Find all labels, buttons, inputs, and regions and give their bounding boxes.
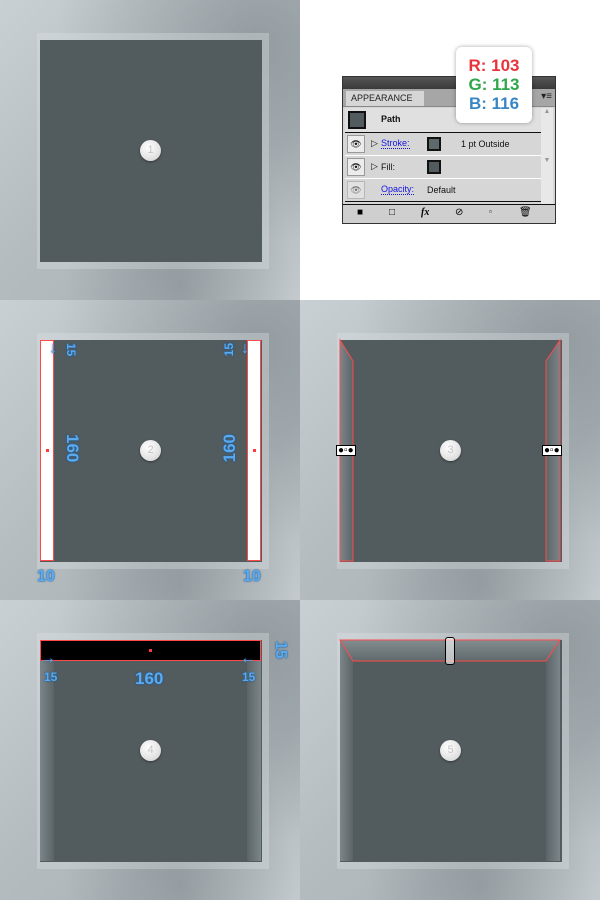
- rgb-blue: B: 116: [468, 94, 520, 113]
- center-point: [253, 449, 256, 452]
- fill-swatch[interactable]: [427, 160, 441, 174]
- label-160-left: 160: [63, 434, 82, 463]
- stroke-label[interactable]: Stroke:: [381, 138, 410, 149]
- rgb-red: R: 103: [468, 56, 520, 75]
- stroke-value: 1 pt Outside: [461, 139, 510, 149]
- step-badge: 2: [140, 440, 161, 461]
- label-160: 160: [135, 669, 164, 688]
- right-side-shape: [546, 640, 560, 861]
- opacity-value: Default: [427, 185, 456, 195]
- center-point: [46, 449, 49, 452]
- visibility-eye-icon[interactable]: 👁: [347, 181, 365, 199]
- step-badge: 5: [440, 740, 461, 761]
- left-side-shape: [340, 640, 353, 861]
- visibility-eye-icon[interactable]: 👁: [347, 158, 365, 176]
- anchor-handle-icon[interactable]: ●▫●: [336, 445, 356, 456]
- duplicate-icon[interactable]: ▫: [489, 207, 492, 216]
- gradient-handle-icon[interactable]: [445, 637, 455, 665]
- path-thumbnail: [348, 111, 366, 129]
- anchor-handle-icon[interactable]: ●▫●: [542, 445, 562, 456]
- label-15-right: 15: [222, 343, 236, 357]
- step-5-panel: 5: [300, 600, 600, 900]
- arrow-right-icon: →: [40, 650, 56, 667]
- step-2-panel: ↓ ↓ 15 15 160 160 10 10 2: [0, 300, 300, 600]
- step-4-panel: → ← 15 15 160 15 4: [0, 600, 300, 900]
- clear-icon[interactable]: □: [389, 207, 395, 218]
- new-art-icon[interactable]: ■: [357, 207, 363, 218]
- fx-icon[interactable]: fx: [421, 207, 429, 218]
- rgb-tooltip: R: 103 G: 113 B: 116: [456, 47, 532, 123]
- expand-triangle-icon[interactable]: ▷: [371, 161, 378, 172]
- panel-bottom-bar: ■ □ fx ⊘ ▫ 🗑: [343, 204, 555, 223]
- label-15-left: 15: [64, 343, 78, 357]
- row-fill[interactable]: 👁 ▷ Fill:: [345, 156, 541, 179]
- step-badge: 3: [440, 440, 461, 461]
- row-opacity[interactable]: 👁 Opacity: Default: [345, 179, 541, 202]
- stroke-swatch[interactable]: [427, 137, 441, 151]
- arrow-down-icon: ↓: [241, 340, 249, 357]
- arrow-left-icon: ←: [240, 650, 256, 667]
- label-15-height: 15: [272, 641, 289, 659]
- no-icon[interactable]: ⊘: [455, 207, 463, 218]
- visibility-eye-icon[interactable]: 👁: [347, 135, 365, 153]
- arrow-down-icon: ↓: [49, 340, 57, 357]
- step-badge: 4: [140, 740, 161, 761]
- object-name: Path: [381, 114, 401, 124]
- label-15-right: 15: [242, 670, 256, 684]
- step-3-panel: ●▫● ●▫● 3: [300, 300, 600, 600]
- center-point: [149, 649, 152, 652]
- panel-menu-icon[interactable]: ▾≡: [541, 91, 552, 102]
- expand-triangle-icon[interactable]: ▷: [371, 138, 378, 149]
- step-1-panel: 1: [0, 0, 300, 300]
- step-badge: 1: [140, 140, 161, 161]
- label-160-right: 160: [220, 434, 239, 463]
- label-10-right: 10: [243, 568, 261, 585]
- opacity-label[interactable]: Opacity:: [381, 184, 415, 195]
- row-stroke[interactable]: 👁 ▷ Stroke: 1 pt Outside: [345, 133, 541, 156]
- trash-icon[interactable]: 🗑: [519, 207, 532, 218]
- label-10-left: 10: [37, 568, 55, 585]
- label-15-left: 15: [44, 670, 58, 684]
- fill-label[interactable]: Fill:: [381, 162, 395, 172]
- tab-appearance[interactable]: APPEARANCE: [346, 91, 424, 106]
- scrollbar[interactable]: ▲ ▼: [541, 108, 553, 205]
- rgb-green: G: 113: [468, 75, 520, 94]
